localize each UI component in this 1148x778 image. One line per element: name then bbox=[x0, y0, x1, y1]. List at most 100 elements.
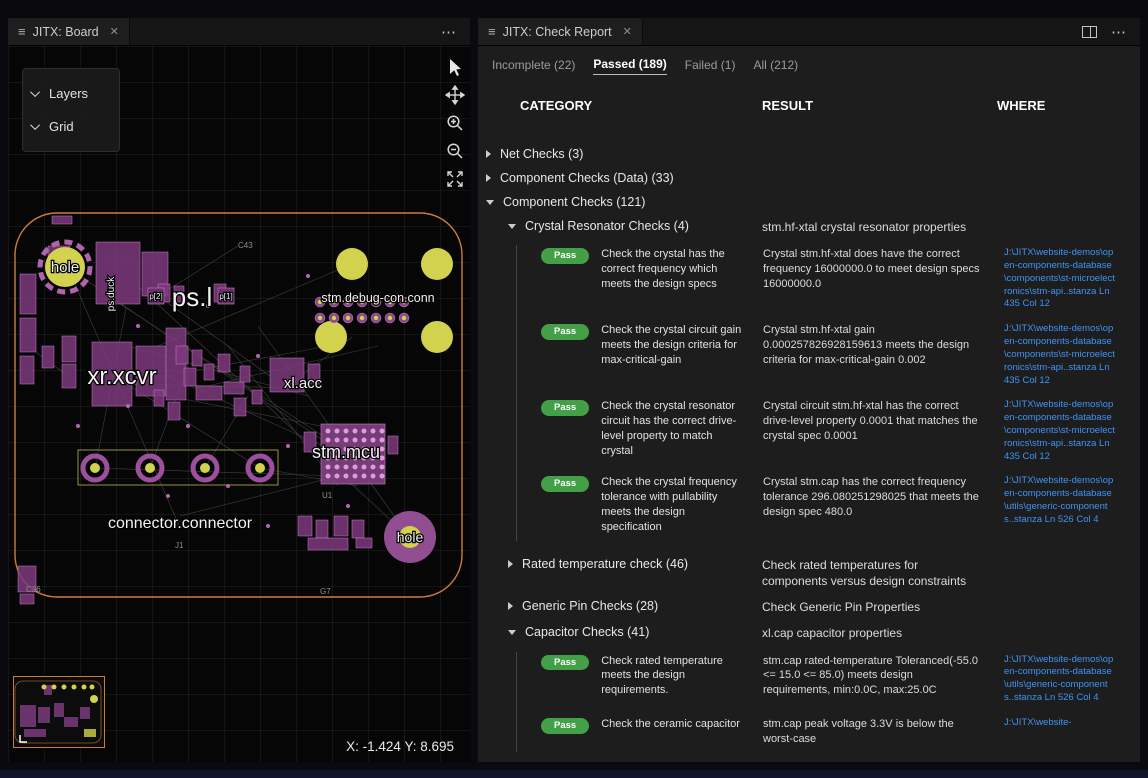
check-where-link[interactable]: J:\JITX\website-demos\open-components-da… bbox=[1004, 654, 1116, 705]
more-actions-icon[interactable]: ⋯ bbox=[1111, 23, 1126, 41]
check-row: Pass Check the crystal resonator circuit … bbox=[517, 399, 1140, 463]
group-category: Generic Pin Checks (28) bbox=[478, 599, 762, 613]
check-result: Crystal stm.hf-xtal gain 0.0002578269281… bbox=[763, 323, 998, 368]
result-filters: Incomplete (22) Passed (189) Failed (1) All… bbox=[478, 46, 1140, 82]
grid-label: Grid bbox=[49, 119, 74, 134]
tab-jitx-board[interactable]: ≡ JITX: Board ✕ bbox=[8, 18, 130, 45]
zoom-out-icon[interactable] bbox=[444, 140, 466, 162]
minimap[interactable] bbox=[13, 676, 105, 748]
group-label: Net Checks (3) bbox=[500, 147, 583, 161]
label-p1: p[1] bbox=[219, 292, 232, 301]
check-description: Check the crystal has the correct freque… bbox=[601, 247, 763, 292]
group-label: Capacitor Checks (41) bbox=[525, 625, 649, 639]
tabbar-spacer bbox=[643, 18, 1068, 45]
zoom-in-icon[interactable] bbox=[444, 112, 466, 134]
group-label: Generic Pin Checks (28) bbox=[522, 599, 658, 613]
check-where-link[interactable]: J:\JITX\website-demos\open-components-da… bbox=[1004, 475, 1116, 526]
group-label: Component Checks (Data) (33) bbox=[500, 171, 674, 185]
chevron-down-icon bbox=[30, 120, 40, 130]
check-tree: Net Checks (3) Component Checks (Data) (3… bbox=[478, 123, 1140, 762]
report-tabbar: ≡ JITX: Check Report ✕ ⋯ bbox=[478, 18, 1140, 46]
close-tab-icon[interactable]: ✕ bbox=[110, 25, 119, 38]
status-bar bbox=[0, 770, 1148, 778]
check-description: Check the crystal frequency tolerance wi… bbox=[601, 475, 763, 534]
label-c36: C36 bbox=[26, 585, 41, 594]
label-xr-xcvr: xr.xcvr bbox=[87, 363, 156, 390]
collapse-arrow-icon[interactable] bbox=[486, 200, 494, 205]
connector-pads bbox=[78, 450, 278, 485]
check-group-row[interactable]: Generic Pin Checks (28)Check Generic Pin… bbox=[478, 599, 1140, 615]
board-tabbar: ≡ JITX: Board ✕ ⋯ bbox=[8, 18, 470, 46]
cursor-coordinates: X: -1.424 Y: 8.695 bbox=[346, 739, 454, 754]
column-header-result: RESULT bbox=[762, 98, 997, 113]
check-result: Crystal circuit stm.hf-xtal has the corr… bbox=[763, 399, 998, 444]
label-connector: connector.connector bbox=[108, 515, 253, 532]
grid-dropdown[interactable]: Grid bbox=[33, 119, 109, 134]
select-cursor-icon[interactable] bbox=[444, 56, 466, 78]
tabbar-spacer bbox=[130, 18, 427, 45]
check-where-link[interactable]: J:\JITX\website-demos\open-components-da… bbox=[1004, 323, 1116, 387]
collapse-arrow-icon[interactable] bbox=[508, 630, 516, 635]
view-controls: Layers Grid bbox=[22, 68, 120, 152]
check-row: PassCheck the crystal has the correct fr… bbox=[517, 247, 1140, 311]
check-description: Check the crystal resonator circuit has … bbox=[601, 399, 763, 458]
group-category: Capacitor Checks (41) bbox=[478, 625, 762, 639]
pass-badge: Pass bbox=[541, 324, 589, 340]
expand-arrow-icon[interactable] bbox=[486, 150, 491, 158]
expand-arrow-icon[interactable] bbox=[508, 560, 513, 568]
check-category-cell: Pass Check the crystal frequency toleranc… bbox=[517, 475, 763, 534]
board-canvas[interactable]: hole ps.duck ps.l p[2] p[1] C43 stm.debu… bbox=[8, 46, 470, 762]
pass-badge: Pass bbox=[541, 476, 589, 492]
label-g7: G7 bbox=[320, 587, 331, 596]
check-group-row[interactable]: Component Checks (Data) (33) bbox=[478, 171, 1140, 185]
label-ps-duck: ps.duck bbox=[106, 276, 117, 311]
close-tab-icon[interactable]: ✕ bbox=[623, 25, 632, 38]
check-where-link[interactable]: J:\JITX\website-demos\open-components-da… bbox=[1004, 247, 1116, 311]
check-where-link[interactable]: J:\JITX\website-demos\open-components-da… bbox=[1004, 399, 1116, 463]
filter-failed[interactable]: Failed (1) bbox=[685, 58, 736, 75]
pass-badge: Pass bbox=[541, 718, 589, 734]
check-row: Pass Check the crystal circuit gain meets… bbox=[517, 323, 1140, 387]
check-group-row[interactable]: Rated temperature check (46)Check rated … bbox=[478, 557, 1140, 589]
check-result: stm.cap rated-temperature Toleranced(-55… bbox=[763, 654, 998, 699]
column-headers: CATEGORY RESULT WHERE bbox=[478, 82, 1140, 123]
group-label: Component Checks (121) bbox=[503, 195, 645, 209]
filter-incomplete[interactable]: Incomplete (22) bbox=[492, 58, 575, 75]
group-category: Crystal Resonator Checks (4) bbox=[478, 219, 762, 233]
group-label: Crystal Resonator Checks (4) bbox=[525, 219, 689, 233]
tab-jitx-check-report[interactable]: ≡ JITX: Check Report ✕ bbox=[478, 18, 643, 45]
report-tab-label: JITX: Check Report bbox=[503, 25, 612, 39]
expand-arrow-icon[interactable] bbox=[508, 602, 513, 610]
more-actions-icon[interactable]: ⋯ bbox=[441, 23, 456, 41]
board-toolbar bbox=[444, 56, 466, 190]
check-group-row[interactable]: Capacitor Checks (41)xl.cap capacitor pr… bbox=[478, 625, 1140, 641]
group-category: Component Checks (Data) (33) bbox=[478, 171, 762, 185]
pan-move-icon[interactable] bbox=[444, 84, 466, 106]
filter-passed[interactable]: Passed (189) bbox=[593, 57, 666, 75]
group-category: Rated temperature check (46) bbox=[478, 557, 762, 571]
pass-badge: Pass bbox=[541, 400, 589, 416]
zoom-to-fit-icon[interactable] bbox=[444, 168, 466, 190]
label-hole-top: hole bbox=[51, 259, 79, 276]
label-ps-l: ps.l bbox=[172, 282, 212, 312]
group-label: Rated temperature check (46) bbox=[522, 557, 688, 571]
check-where-link[interactable]: J:\JITX\website- bbox=[1004, 717, 1116, 730]
check-category-cell: PassCheck rated temperature meets the de… bbox=[517, 654, 763, 699]
split-editor-icon[interactable] bbox=[1082, 26, 1097, 38]
group-category: Net Checks (3) bbox=[478, 147, 762, 161]
check-row: PassCheck rated temperature meets the de… bbox=[517, 654, 1140, 705]
check-group-row[interactable]: Component Checks (121) bbox=[478, 195, 1140, 209]
check-group-row[interactable]: Crystal Resonator Checks (4)stm.hf-xtal … bbox=[478, 219, 1140, 235]
expand-arrow-icon[interactable] bbox=[486, 174, 491, 182]
collapse-arrow-icon[interactable] bbox=[508, 224, 516, 229]
label-j1: J1 bbox=[175, 541, 184, 550]
check-group-row[interactable]: Net Checks (3) bbox=[478, 147, 1140, 161]
report-panel: ≡ JITX: Check Report ✕ ⋯ Incomplete (22)… bbox=[478, 18, 1140, 762]
layers-dropdown[interactable]: Layers bbox=[33, 86, 109, 101]
check-category-cell: PassCheck the ceramic capacitor bbox=[517, 717, 763, 734]
check-description: Check the crystal circuit gain meets the… bbox=[601, 323, 763, 368]
label-xl-acc: xl.acc bbox=[284, 375, 323, 392]
group-category: Component Checks (121) bbox=[478, 195, 762, 209]
filter-all[interactable]: All (212) bbox=[753, 58, 798, 75]
label-u1: U1 bbox=[322, 491, 333, 500]
